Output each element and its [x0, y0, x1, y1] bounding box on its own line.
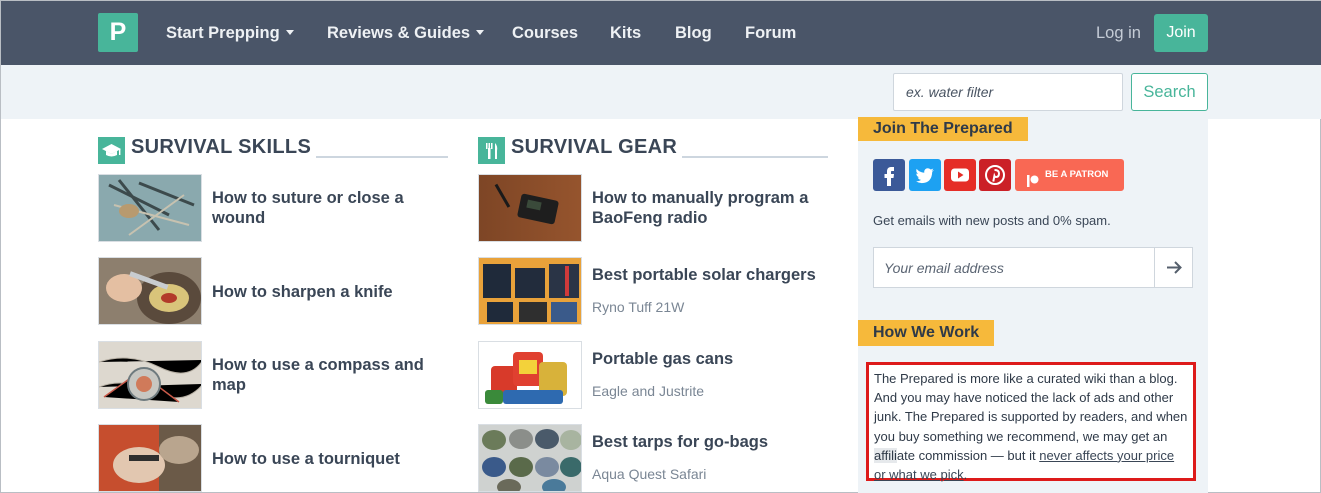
item-title[interactable]: How to use a tourniquet [212, 449, 448, 469]
email-note: Get emails with new posts and 0% spam. [873, 213, 1111, 228]
login-link[interactable]: Log in [1096, 1, 1141, 65]
thumbnail-baofeng-radio [478, 174, 582, 242]
item-title[interactable]: How to use a compass and map [212, 355, 448, 395]
item-title[interactable]: Best tarps for go-bags [592, 432, 828, 452]
list-item[interactable]: How to suture or close a wound [98, 174, 448, 244]
search-input[interactable] [893, 73, 1123, 111]
item-title[interactable]: Portable gas cans [592, 349, 828, 369]
thumbnail-tourniquet [98, 424, 202, 492]
list-item[interactable]: How to sharpen a knife [98, 257, 448, 327]
how-we-work-text: The Prepared is more like a curated wiki… [866, 362, 1196, 483]
list-item[interactable]: How to use a compass and map [98, 341, 448, 411]
email-form [873, 247, 1193, 288]
pinterest-icon[interactable] [979, 159, 1011, 191]
logo[interactable]: P [98, 13, 138, 52]
nav-blog[interactable]: Blog [675, 1, 712, 65]
patreon-icon [1027, 169, 1039, 187]
item-title[interactable]: Best portable solar chargers [592, 265, 828, 285]
top-nav: P Start Prepping Reviews & Guides Course… [1, 1, 1321, 65]
item-title[interactable]: How to suture or close a wound [212, 188, 448, 228]
survival-gear-section: SURVIVAL GEAR How to manually program a … [478, 119, 828, 492]
list-item[interactable]: How to manually program a BaoFeng radio [478, 174, 828, 244]
graduation-cap-icon [98, 137, 125, 164]
list-item[interactable]: Best portable solar chargers Ryno Tuff 2… [478, 257, 828, 327]
join-button[interactable]: Join [1154, 14, 1208, 52]
section-header: SURVIVAL GEAR [478, 119, 828, 179]
join-the-prepared-heading: Join The Prepared [858, 117, 1028, 141]
how-we-work-paragraph: The Prepared is more like a curated wiki… [874, 371, 1188, 444]
youtube-icon[interactable] [944, 159, 976, 191]
list-item[interactable]: How to use a tourniquet [98, 424, 448, 493]
thumbnail-tarps [478, 424, 582, 492]
thumbnail-solar-chargers [478, 257, 582, 325]
utensils-icon [478, 137, 505, 164]
nav-courses[interactable]: Courses [512, 1, 578, 65]
thumbnail-compass-map [98, 341, 202, 409]
section-divider [316, 156, 448, 158]
submit-arrow-button[interactable] [1154, 248, 1192, 287]
item-subtitle[interactable]: Eagle and Justrite [592, 383, 704, 399]
email-field[interactable] [874, 248, 1154, 287]
facebook-icon[interactable] [873, 159, 905, 191]
item-subtitle[interactable]: Aqua Quest Safari [592, 466, 706, 482]
thumbnail-suture [98, 174, 202, 242]
twitter-icon[interactable] [909, 159, 941, 191]
search-button[interactable]: Search [1131, 73, 1208, 111]
section-title: SURVIVAL SKILLS [131, 136, 312, 158]
chevron-down-icon [476, 30, 485, 35]
how-we-work-heading: How We Work [858, 320, 995, 346]
item-subtitle[interactable]: Ryno Tuff 21W [592, 299, 684, 315]
thumbnail-sharpen-knife [98, 257, 202, 325]
search-bar: Search [1, 65, 1321, 119]
nav-kits[interactable]: Kits [610, 1, 641, 65]
patreon-button[interactable]: BE A PATRON [1015, 159, 1124, 191]
thumbnail-gas-cans [478, 341, 582, 409]
how-we-work-paragraph-cont: ate commission — but it [896, 447, 1040, 463]
nav-start-prepping[interactable]: Start Prepping [166, 1, 294, 65]
section-title: SURVIVAL GEAR [511, 136, 678, 158]
patreon-label: BE A PATRON [1045, 169, 1109, 180]
period: . [963, 467, 968, 483]
survival-skills-section: SURVIVAL SKILLS How to suture or close a… [98, 119, 448, 492]
nav-forum[interactable]: Forum [745, 1, 796, 65]
section-header: SURVIVAL SKILLS [98, 119, 448, 179]
section-divider [682, 156, 828, 158]
nav-reviews-guides[interactable]: Reviews & Guides [327, 1, 485, 65]
sidebar: Join The Prepared BE A PATRON Get emails… [858, 117, 1208, 493]
chevron-down-icon [285, 30, 294, 35]
item-title[interactable]: How to sharpen a knife [212, 282, 448, 302]
highlighted-text: affili [874, 447, 897, 463]
item-title[interactable]: How to manually program a BaoFeng radio [592, 188, 828, 228]
list-item[interactable]: Best tarps for go-bags Aqua Quest Safari [478, 424, 828, 493]
list-item[interactable]: Portable gas cans Eagle and Justrite [478, 341, 828, 411]
arrow-right-icon [1167, 261, 1182, 274]
